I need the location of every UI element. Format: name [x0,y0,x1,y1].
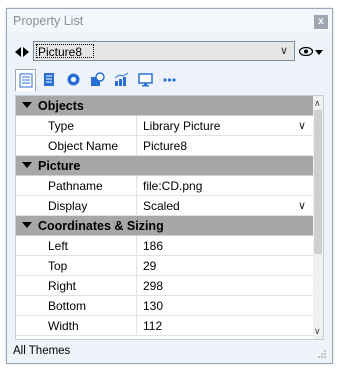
settings-tab-icon[interactable] [63,69,84,91]
column-divider [136,236,137,256]
column-divider [136,196,137,216]
previous-object-icon[interactable] [15,47,21,57]
collapse-caret-icon[interactable] [22,102,32,108]
column-divider [136,276,137,296]
chevron-down-icon[interactable]: ∨ [280,44,288,57]
property-row-top[interactable]: Top 29 [16,256,316,276]
column-divider [136,116,137,136]
section-objects[interactable]: Objects [16,96,316,116]
property-name: Width [48,319,79,333]
tab-strip [15,69,191,91]
property-value[interactable]: 112 [143,319,162,333]
column-divider [136,296,137,316]
panel-footer: All Themes [7,342,332,362]
chevron-down-icon[interactable]: ∨ [298,119,306,132]
property-name: Right [48,279,77,293]
chevron-down-icon[interactable]: ∨ [298,199,306,212]
property-value[interactable]: 130 [143,299,163,313]
property-row-bottom[interactable]: Bottom 130 [16,296,316,316]
object-selector-row: Picture8 ∨ [7,37,332,67]
more-tab-icon[interactable] [159,69,180,91]
property-value[interactable]: 298 [143,279,163,293]
property-value[interactable]: Library Picture [143,119,220,133]
theme-filter-label[interactable]: All Themes [13,345,70,357]
property-value[interactable]: file:CD.png [143,179,202,193]
collapse-caret-icon[interactable] [22,162,32,168]
property-list-panel: Property List x Picture8 ∨ Objects Type … [6,8,333,364]
resize-grip-icon[interactable] [318,350,326,358]
property-row-right[interactable]: Right 298 [16,276,316,296]
section-picture[interactable]: Picture [16,156,316,176]
section-coordinates-sizing[interactable]: Coordinates & Sizing [16,216,316,236]
property-name: Object Name [48,139,119,153]
property-name: Left [48,239,69,253]
column-divider [136,256,137,276]
property-name: Type [48,119,75,133]
property-value[interactable]: Picture8 [143,139,187,153]
monitor-tab-icon[interactable] [135,69,156,91]
property-row-object-name[interactable]: Object Name Picture8 [16,136,316,156]
property-row-display[interactable]: Display Scaled ∨ [16,196,316,216]
chart-tab-icon[interactable] [111,69,132,91]
column-divider [136,136,137,156]
section-title: Coordinates & Sizing [38,219,164,233]
property-grid: Objects Type Library Picture ∨ Object Na… [15,95,324,340]
property-value[interactable]: 29 [143,259,156,273]
property-name: Top [48,259,68,273]
document-tab-icon[interactable] [39,69,60,91]
property-row-type[interactable]: Type Library Picture ∨ [16,116,316,136]
property-row-left[interactable]: Left 186 [16,236,316,256]
property-value[interactable]: 186 [143,239,163,253]
vertical-scrollbar[interactable]: ∧ ∨ [313,96,323,339]
column-divider [136,316,137,336]
property-name: Display [48,199,88,213]
property-row-width[interactable]: Width 112 [16,316,316,336]
collapse-caret-icon[interactable] [22,222,32,228]
property-name: Pathname [48,179,103,193]
object-select[interactable]: Picture8 ∨ [33,41,295,61]
next-object-icon[interactable] [23,47,29,57]
scrollbar-thumb[interactable] [314,110,322,254]
section-title: Picture [38,159,81,173]
eye-icon[interactable] [299,47,313,56]
section-title: Objects [38,99,84,113]
panel-title: Property List [13,14,84,28]
close-button[interactable]: x [314,15,328,29]
panel-titlebar[interactable]: Property List x [7,9,332,33]
property-row-pathname[interactable]: Pathname file:CD.png [16,176,316,196]
scroll-up-icon[interactable]: ∧ [314,98,321,109]
eye-menu-caret-icon[interactable] [315,50,323,55]
object-select-value: Picture8 [38,45,83,59]
scroll-down-icon[interactable]: ∨ [314,326,321,337]
property-value[interactable]: Scaled [143,199,180,213]
shapes-tab-icon[interactable] [87,69,108,91]
properties-tab-icon[interactable] [15,69,36,91]
property-name: Bottom [48,299,87,313]
column-divider [136,176,137,196]
